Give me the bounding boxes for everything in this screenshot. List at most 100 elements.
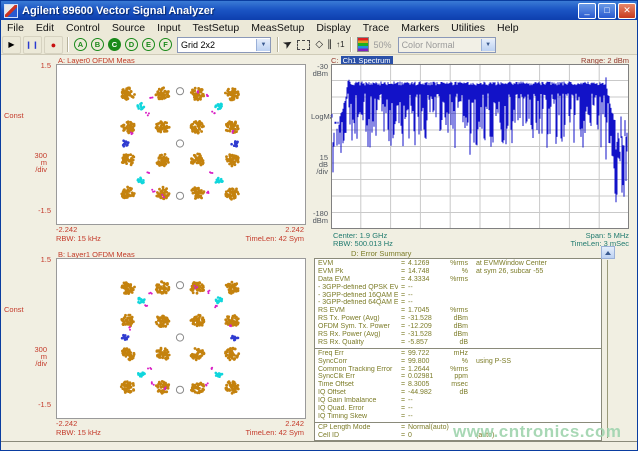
- constellation-svg-b: [57, 259, 303, 416]
- error-summary-row: Common Tracking Error=1.2644%rms: [315, 366, 601, 374]
- menu-control[interactable]: Control: [60, 22, 106, 34]
- quadrant-d: D: Error Summary EVM=4.1269%rmsat EVMWin…: [311, 248, 638, 451]
- window-title: Agilent 89600 Vector Signal Analyzer: [22, 5, 578, 17]
- error-summary-row: - 3GPP-defined QPSK EVM=--: [315, 284, 601, 292]
- app-icon: [4, 4, 18, 18]
- menu-markers[interactable]: Markers: [395, 22, 445, 34]
- x-axis-left-label: -2.242: [56, 225, 77, 234]
- toolbar: ▶ ❙❙ ● ABCDEF Grid 2x2 ▼ ➤ ◇ ∥ ↑1 50% Co…: [1, 35, 638, 55]
- menu-file[interactable]: File: [1, 22, 30, 34]
- color-palette-icon[interactable]: [357, 37, 369, 52]
- zoom-box-tool-icon[interactable]: [297, 40, 310, 50]
- error-summary-row: - 3GPP-defined 64QAM EVM=--: [315, 299, 601, 307]
- scrollbar-track[interactable]: [607, 260, 608, 438]
- error-summary-row: IQ Quad. Error=--: [315, 405, 601, 413]
- toolbar-separator: [350, 37, 352, 52]
- band-markers-tool-icon[interactable]: ∥: [327, 39, 332, 50]
- play-icon: ▶: [8, 40, 14, 49]
- minimize-button[interactable]: _: [578, 3, 596, 19]
- pause-button[interactable]: ❙❙: [23, 36, 42, 54]
- y-axis-name: Const: [4, 305, 24, 314]
- start-measurement-button[interactable]: ▶: [2, 36, 21, 54]
- spectrum-svg: [331, 64, 629, 229]
- trace-button-d[interactable]: D: [125, 38, 138, 51]
- error-summary-row: Data EVM=4.3334%rms: [315, 276, 601, 284]
- y-axis-bottom-label: -1.5: [17, 206, 51, 215]
- chevron-down-icon[interactable]: ▼: [256, 39, 270, 51]
- record-icon: ●: [51, 40, 56, 50]
- marker-to-peak-tool-icon[interactable]: ↑1: [336, 40, 344, 49]
- x-axis-right-label: 2.242: [285, 225, 304, 234]
- menu-testsetup[interactable]: TestSetup: [187, 22, 246, 34]
- menu-help[interactable]: Help: [491, 22, 525, 34]
- error-summary-row: EVM Pk=14.748%at sym 26, subcar -55: [315, 268, 601, 276]
- watermark: www.cntronics.com: [453, 422, 621, 442]
- menu-input[interactable]: Input: [151, 22, 186, 34]
- trace-button-a[interactable]: A: [74, 38, 87, 51]
- close-button[interactable]: ✕: [618, 3, 636, 19]
- menu-meassetup[interactable]: MeasSetup: [245, 22, 310, 34]
- grid-layout-select[interactable]: Grid 2x2 ▼: [177, 37, 271, 53]
- error-summary-row: - 3GPP-defined 16QAM EVM=--: [315, 292, 601, 300]
- section-separator: [315, 348, 601, 349]
- menu-edit[interactable]: Edit: [30, 22, 60, 34]
- timelen-label: TimeLen: 42 Sym: [246, 428, 305, 437]
- timelen-label: TimeLen: 42 Sym: [246, 234, 305, 243]
- chevron-down-icon: ▼: [481, 39, 495, 51]
- error-summary-row: IQ Offset=-44.982dB: [315, 389, 601, 397]
- trace-button-b[interactable]: B: [91, 38, 104, 51]
- error-summary-row: IQ Timing Skew=--: [315, 413, 601, 421]
- menu-source[interactable]: Source: [106, 22, 151, 34]
- pointer-tool-icon[interactable]: ➤: [282, 38, 295, 52]
- error-summary-row: SyncClk Err=0.02981ppm: [315, 373, 601, 381]
- error-summary-row: RS Rx. Quality=-5.857dB: [315, 339, 601, 347]
- y-axis-bottom-label: -1.5: [17, 400, 51, 409]
- constellation-plot-b[interactable]: [56, 258, 306, 419]
- constellation-plot-a[interactable]: [56, 64, 306, 225]
- menu-utilities[interactable]: Utilities: [445, 22, 491, 34]
- scale-per-div-suffix: /div: [311, 167, 328, 176]
- trace-button-c[interactable]: C: [108, 38, 121, 51]
- quadrant-a: A: Layer0 OFDM Meas 1.5 Const 300 m /div…: [1, 54, 311, 248]
- menu-display[interactable]: Display: [310, 22, 356, 34]
- trace-button-f[interactable]: F: [159, 38, 172, 51]
- maximize-button[interactable]: □: [598, 3, 616, 19]
- error-summary-row: Time Offset=8.3005msec: [315, 381, 601, 389]
- y-axis-top-label: 1.5: [17, 61, 51, 70]
- error-summary-row: EVM=4.1269%rmsat EVMWindow Center: [315, 260, 601, 268]
- quadrant-c: C: Ch1 Spectrum Range: 2 dBm -30 dBm Log…: [311, 54, 638, 248]
- rbw-label: RBW: 15 kHz: [56, 234, 101, 243]
- menu-trace[interactable]: Trace: [357, 22, 395, 34]
- marker-diamond-tool-icon[interactable]: ◇: [315, 39, 323, 50]
- spectrum-plot[interactable]: [331, 64, 629, 229]
- title-bar[interactable]: Agilent 89600 Vector Signal Analyzer _ □…: [1, 1, 638, 20]
- error-summary-row: RS Rx. Power (Avg)=-31.528dBm: [315, 331, 601, 339]
- app-window: Agilent 89600 Vector Signal Analyzer _ □…: [0, 0, 638, 451]
- error-summary-row: RS Tx. Power (Avg)=-31.528dBm: [315, 315, 601, 323]
- constellation-svg-a: [57, 65, 303, 222]
- zoom-percent-label: 50%: [374, 40, 392, 50]
- y-axis-bottom-unit: dBm: [311, 216, 328, 225]
- x-axis-right-label: 2.242: [285, 419, 304, 428]
- error-summary-row: OFDM Sym. Tx. Power=-12.209dBm: [315, 323, 601, 331]
- scale-per-div-suffix: /div: [17, 359, 47, 368]
- trace-button-e[interactable]: E: [142, 38, 155, 51]
- trace-letter-buttons: ABCDEF: [72, 38, 174, 51]
- grid-layout-value: Grid 2x2: [178, 40, 256, 50]
- y-axis-top-label: 1.5: [17, 255, 51, 264]
- rbw-label: RBW: 15 kHz: [56, 428, 101, 437]
- error-summary-row: RS EVM=1.7045%rms: [315, 307, 601, 315]
- y-axis-top-unit: dBm: [311, 69, 328, 78]
- pause-icon: ❙❙: [26, 41, 40, 49]
- quadrant-b: B: Layer1 OFDM Meas 1.5 Const 300 m /div…: [1, 248, 311, 441]
- quad-d-title[interactable]: D: Error Summary: [351, 249, 411, 258]
- timelen-label: TimeLen: 3 mSec: [571, 239, 630, 248]
- error-summary-list: EVM=4.1269%rmsat EVMWindow CenterEVM Pk=…: [314, 258, 602, 441]
- error-summary-row: SyncCorr=99.800%using P-SS: [315, 358, 601, 366]
- scroll-up-button[interactable]: [601, 246, 615, 259]
- record-button[interactable]: ●: [44, 36, 63, 54]
- color-mode-value: Color Normal: [399, 40, 481, 50]
- rbw-label: RBW: 500.013 Hz: [333, 239, 393, 248]
- x-axis-left-label: -2.242: [56, 419, 77, 428]
- toolbar-separator: [277, 37, 279, 52]
